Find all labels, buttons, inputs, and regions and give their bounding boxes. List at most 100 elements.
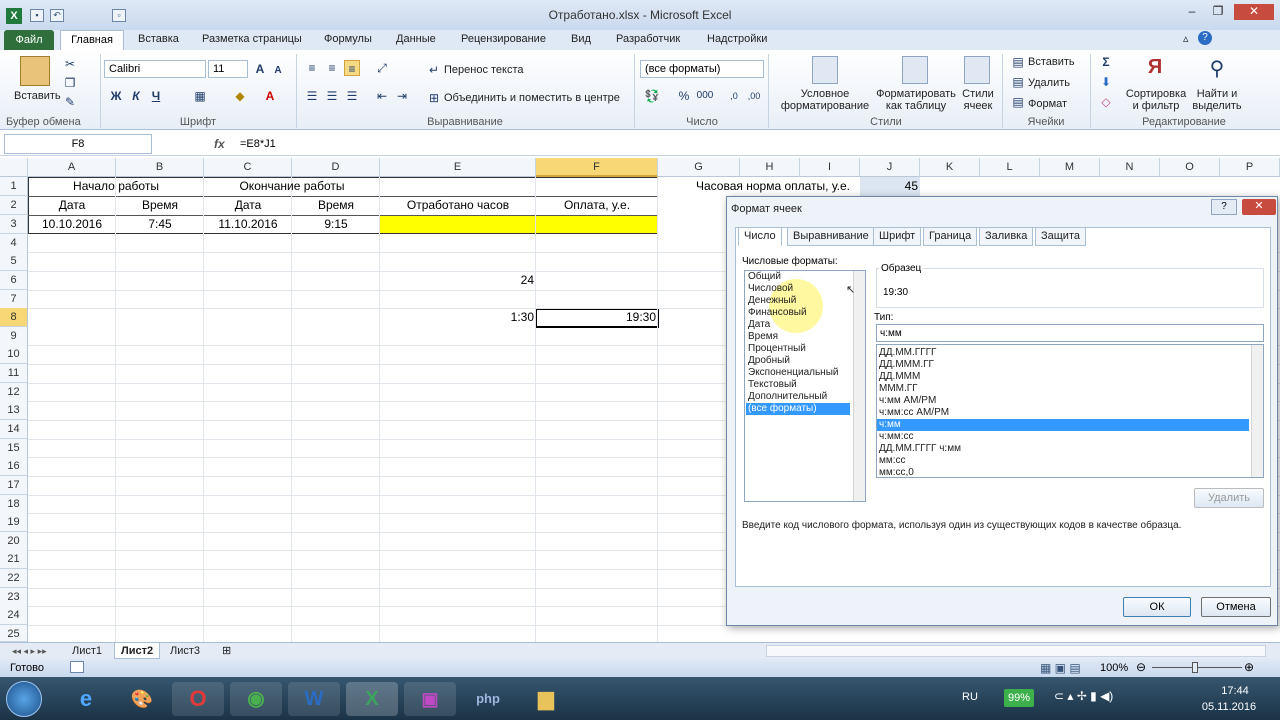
list-item[interactable]: ДД.МММ.ГГ (877, 359, 1249, 371)
dialog-tab-protection[interactable]: Защита (1035, 227, 1086, 246)
list-item[interactable]: ДД.ММ.ГГГГ ч:мм (877, 443, 1249, 455)
paste-icon[interactable] (20, 56, 50, 86)
row-header[interactable]: 16 (0, 457, 28, 476)
horizontal-scrollbar[interactable] (766, 645, 1266, 657)
cell-a2[interactable]: Дата (28, 196, 116, 215)
battery-indicator[interactable]: 99% (1004, 689, 1035, 707)
sort-filter-button[interactable]: Сортировка и фильтр (1124, 88, 1188, 112)
cell-c1[interactable]: Окончание работы (204, 177, 380, 196)
category-list[interactable]: Общий Числовой Денежный Финансовый Дата … (744, 270, 866, 502)
column-header[interactable]: K (920, 158, 980, 177)
list-item[interactable]: Текстовый (746, 379, 850, 391)
cell-f2[interactable]: Оплата, у.е. (536, 196, 658, 215)
tab-developer[interactable]: Разработчик (616, 33, 680, 45)
close-window-icon[interactable]: ✕ (1234, 4, 1274, 20)
row-header[interactable]: 2 (0, 196, 28, 215)
currency-icon[interactable]: 💱 (644, 88, 660, 104)
type-scrollbar[interactable] (1251, 345, 1263, 477)
borders-icon[interactable]: ▦ (192, 88, 208, 104)
tab-insert[interactable]: Вставка (138, 33, 179, 45)
font-name-select[interactable]: Calibri (104, 60, 206, 78)
decrease-decimal-icon[interactable]: ,00 (746, 88, 762, 104)
dialog-help-icon[interactable]: ? (1211, 199, 1237, 215)
italic-button[interactable]: К (128, 88, 144, 104)
align-top-icon[interactable]: ≡ (304, 60, 320, 76)
cancel-button[interactable]: Отмена (1201, 597, 1271, 617)
list-item[interactable]: Время (746, 331, 850, 343)
list-item[interactable]: Экспоненциальный (746, 367, 850, 379)
language-indicator[interactable]: RU (962, 691, 978, 703)
underline-button[interactable]: Ч (148, 88, 164, 104)
list-item[interactable]: Дата (746, 319, 850, 331)
zoom-level[interactable]: 100% (1100, 662, 1128, 674)
align-middle-icon[interactable]: ≡ (324, 60, 340, 76)
sheet-nav-icon[interactable]: ◂◂ ◂ ▸ ▸▸ (6, 643, 53, 659)
conditional-format-button[interactable]: Условное форматирование (776, 88, 874, 112)
row-header[interactable]: 8 (0, 308, 28, 327)
wrap-text-icon[interactable]: ↵ (426, 62, 442, 78)
list-item[interactable]: МММ.ГГ (877, 383, 1249, 395)
column-header[interactable]: D (292, 158, 380, 177)
zoom-in-icon[interactable]: ⊕ (1244, 660, 1254, 674)
row-header[interactable]: 14 (0, 420, 28, 439)
dialog-tab-fill[interactable]: Заливка (979, 227, 1034, 246)
row-header[interactable]: 4 (0, 234, 28, 253)
word-icon[interactable]: W (288, 682, 340, 716)
sheet-tab[interactable]: Лист3 (164, 643, 206, 659)
align-center-icon[interactable]: ☰ (324, 88, 340, 104)
cell-e6[interactable]: 24 (380, 271, 534, 290)
cell-e8[interactable]: 1:30 (380, 308, 534, 327)
clear-icon[interactable]: ◇ (1098, 94, 1114, 110)
column-header[interactable]: A (28, 158, 116, 177)
video-editor-icon[interactable]: ▣ (404, 682, 456, 716)
merge-icon[interactable]: ⊞ (426, 90, 442, 106)
minimize-icon[interactable]: – (1180, 4, 1204, 20)
cell-b2[interactable]: Время (116, 196, 204, 215)
row-header[interactable]: 15 (0, 439, 28, 458)
autosum-icon[interactable]: Σ (1098, 54, 1114, 70)
dialog-tab-alignment[interactable]: Выравнивание (787, 227, 875, 246)
row-header[interactable]: 6 (0, 271, 28, 290)
tab-data[interactable]: Данные (396, 33, 436, 45)
list-item[interactable]: ч:мм:сс AM/PM (877, 407, 1249, 419)
zoom-slider-thumb[interactable] (1192, 662, 1198, 673)
align-right-icon[interactable]: ☰ (344, 88, 360, 104)
column-header[interactable]: I (800, 158, 860, 177)
column-header[interactable]: G (658, 158, 740, 177)
clock-time[interactable]: 17:44 (1210, 685, 1260, 697)
category-scrollbar[interactable] (853, 271, 865, 501)
format-cells-icon[interactable]: ▤ (1010, 94, 1026, 110)
align-bottom-icon[interactable]: ≡ (344, 60, 360, 76)
format-as-table-icon[interactable] (902, 56, 928, 84)
paint-icon[interactable]: 🎨 (116, 682, 168, 716)
delete-cells-button[interactable]: Удалить (1028, 77, 1070, 89)
list-item[interactable]: Денежный (746, 295, 850, 307)
list-item-selected[interactable]: (все форматы) (746, 403, 850, 415)
list-item[interactable]: Финансовый (746, 307, 850, 319)
align-left-icon[interactable]: ☰ (304, 88, 320, 104)
grow-font-icon[interactable]: A (252, 61, 268, 77)
list-item[interactable]: Числовой (746, 283, 850, 295)
fill-color-icon[interactable]: ◆ (232, 88, 248, 104)
row-header[interactable]: 24 (0, 606, 28, 625)
cell-j1[interactable]: 45 (860, 177, 918, 196)
format-as-table-button[interactable]: Форматировать как таблицу (874, 88, 958, 112)
number-format-select[interactable]: (все форматы) (640, 60, 764, 78)
cell-a3[interactable]: 10.10.2016 (28, 215, 116, 234)
row-header[interactable]: 9 (0, 327, 28, 346)
restore-icon[interactable]: ❐ (1206, 4, 1230, 20)
new-sheet-icon[interactable]: ⊞ (216, 643, 237, 659)
paste-button[interactable]: Вставить (14, 90, 61, 102)
cell-f8[interactable]: 19:30 (536, 308, 656, 327)
row-header[interactable]: 22 (0, 569, 28, 588)
decrease-indent-icon[interactable]: ⇤ (374, 88, 390, 104)
sheet-tab-active[interactable]: Лист2 (114, 643, 161, 659)
column-header[interactable]: L (980, 158, 1040, 177)
cell-c2[interactable]: Дата (204, 196, 292, 215)
list-item[interactable]: мм:сс,0 (877, 467, 1249, 479)
sheet-tab[interactable]: Лист1 (66, 643, 108, 659)
list-item[interactable]: мм:сс (877, 455, 1249, 467)
fill-icon[interactable]: ⬇ (1098, 74, 1114, 90)
tab-page-layout[interactable]: Разметка страницы (202, 33, 302, 45)
row-header[interactable]: 3 (0, 215, 28, 234)
